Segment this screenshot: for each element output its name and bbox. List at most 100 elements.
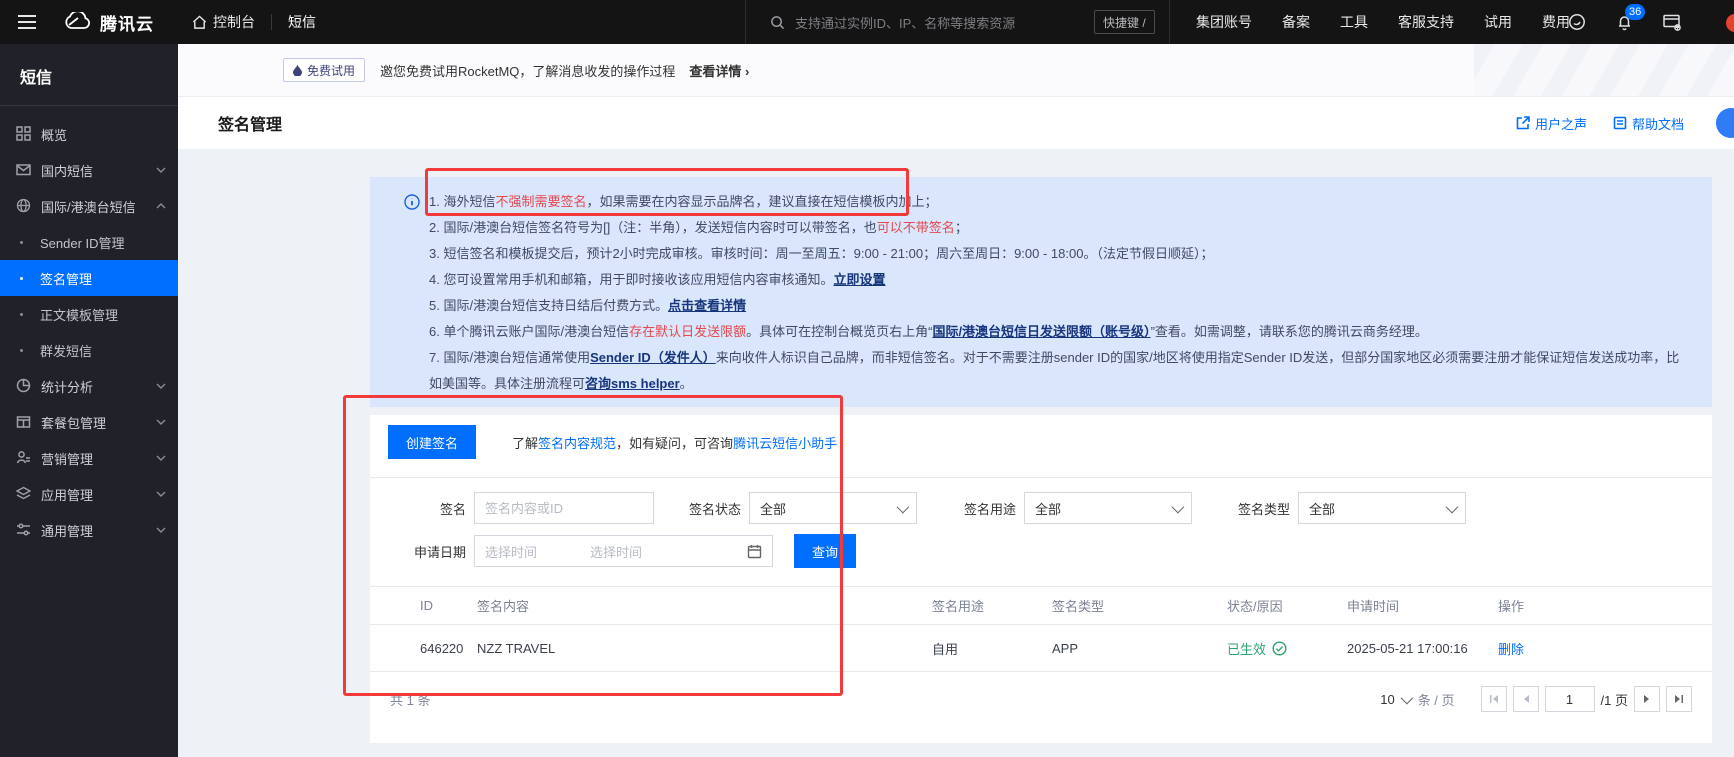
home-icon <box>192 15 207 30</box>
signature-table: ID签名内容签名用途签名类型状态/原因申请时间操作 646220NZZ TRAV… <box>370 586 1712 672</box>
sidebar-item-国内短信[interactable]: 国内短信 <box>0 152 178 188</box>
sidebar-item-应用管理[interactable]: 应用管理 <box>0 476 178 512</box>
floating-help-bubble[interactable] <box>1716 108 1734 138</box>
topnav-item[interactable]: 费用 <box>1542 12 1570 32</box>
avatar[interactable] <box>1726 14 1734 32</box>
hamburger-menu-icon[interactable] <box>0 14 54 30</box>
table-header: ID签名内容签名用途签名类型状态/原因申请时间操作 <box>370 587 1712 625</box>
shortcut-key-hint[interactable]: 快捷键 / <box>1094 10 1155 34</box>
sidebar-item-通用管理[interactable]: 通用管理 <box>0 512 178 548</box>
console-nav[interactable]: 控制台 <box>192 12 255 32</box>
status-select[interactable]: 全部 <box>749 492 917 524</box>
column-header: 状态/原因 <box>1227 596 1347 615</box>
total-count: 共 1 条 <box>390 690 430 709</box>
usage-select[interactable]: 全部 <box>1024 492 1192 524</box>
search-placeholder: 支持通过实例ID、IP、名称等搜索资源 <box>795 13 1015 32</box>
package-icon <box>16 414 32 430</box>
notification-count-badge: 36 <box>1625 4 1645 20</box>
info-icon <box>404 194 420 210</box>
cell-time: 2025-05-21 17:00:16 <box>1347 641 1498 656</box>
page-size-select[interactable]: 10 <box>1380 692 1409 707</box>
sidebar-item-统计分析[interactable]: 统计分析 <box>0 368 178 404</box>
notice-lines: 1. 海外短信不强制需要签名，如果需要在内容显示品牌名，建议直接在短信模板内加上… <box>420 189 1682 397</box>
query-button[interactable]: 查询 <box>794 534 856 568</box>
type-select[interactable]: 全部 <box>1298 492 1466 524</box>
console-settings-icon[interactable] <box>1663 14 1682 31</box>
topnav-item[interactable]: 客服支持 <box>1398 12 1454 32</box>
sidebar-item-群发短信[interactable]: 群发短信 <box>0 332 178 368</box>
next-page-button[interactable] <box>1634 686 1660 712</box>
delete-link[interactable]: 删除 <box>1498 639 1712 658</box>
banner-details-link[interactable]: 查看详情 › <box>689 61 749 80</box>
chevron-down-icon <box>156 455 166 461</box>
usage-label: 签名用途 <box>964 499 1016 518</box>
topnav-item[interactable]: 备案 <box>1282 12 1310 32</box>
mail-icon <box>16 162 32 178</box>
chevron-down-icon <box>1446 500 1459 513</box>
page-number-input[interactable] <box>1545 686 1595 712</box>
product-breadcrumb[interactable]: 短信 <box>288 12 316 32</box>
chevron-down-icon <box>156 383 166 389</box>
banner-text: 邀您免费试用RocketMQ，了解消息收发的操作过程 <box>380 61 675 80</box>
page-total-label: /1 页 <box>1601 690 1628 709</box>
layers-icon <box>16 486 32 502</box>
date-range-picker[interactable]: 选择时间 选择时间 <box>474 535 773 567</box>
sidebar-menu: 概览国内短信国际/港澳台短信Sender ID管理签名管理正文模板管理群发短信统… <box>0 116 178 548</box>
topnav-item[interactable]: 集团账号 <box>1196 12 1252 32</box>
first-page-button[interactable] <box>1481 686 1507 712</box>
chevron-down-icon <box>1400 691 1413 704</box>
toolbar-tip: 了解签名内容规范，如有疑问，可咨询腾讯云短信小助手 <box>512 433 837 452</box>
chevron-down-icon <box>156 491 166 497</box>
column-header: 申请时间 <box>1347 596 1498 615</box>
sign-content-input[interactable] <box>474 492 654 524</box>
sidebar-item-套餐包管理[interactable]: 套餐包管理 <box>0 404 178 440</box>
top-nav: 腾讯云 控制台 短信 支持通过实例ID、IP、名称等搜索资源 快捷键 / 集团账… <box>0 0 1734 44</box>
free-trial-badge[interactable]: 免费试用 <box>283 58 365 82</box>
column-header: 签名类型 <box>1052 596 1227 615</box>
tencent-cloud-logo[interactable]: 腾讯云 <box>62 10 154 35</box>
notice-line: 4. 您可设置常用手机和邮箱，用于即时接收该应用短信内容审核通知。立即设置 <box>429 267 1682 293</box>
column-header: 签名内容 <box>477 596 932 615</box>
nav-divider <box>271 14 272 30</box>
sidebar-item-签名管理[interactable]: 签名管理 <box>0 260 178 296</box>
support-icon[interactable] <box>1568 13 1586 31</box>
help-docs-link[interactable]: 帮助文档 <box>1613 114 1684 133</box>
promo-banner: 免费试用 邀您免费试用RocketMQ，了解消息收发的操作过程 查看详情 › <box>178 44 1734 97</box>
topnav-item[interactable]: 试用 <box>1484 12 1512 32</box>
per-page-label: 条 / 页 <box>1418 690 1455 709</box>
signature-card: 创建签名 了解签名内容规范，如有疑问，可咨询腾讯云短信小助手 签名 签名状态 全… <box>370 415 1712 743</box>
table-row: 646220NZZ TRAVEL自用APP已生效2025-05-21 17:00… <box>370 625 1712 672</box>
topnav-links: 集团账号 备案 工具 客服支持 试用 费用 <box>1180 0 1570 44</box>
sign-label: 签名 <box>390 499 466 518</box>
date-label: 申请日期 <box>390 542 466 561</box>
status-label: 签名状态 <box>689 499 741 518</box>
page-header: 签名管理 用户之声 帮助文档 <box>178 97 1734 149</box>
user-voice-link[interactable]: 用户之声 <box>1516 114 1587 133</box>
prev-page-button[interactable] <box>1513 686 1539 712</box>
last-page-button[interactable] <box>1666 686 1692 712</box>
chevron-down-icon <box>156 167 166 173</box>
chevron-down-icon <box>897 500 910 513</box>
sidebar-item-国际/港澳台短信[interactable]: 国际/港澳台短信 <box>0 188 178 224</box>
cell-content: NZZ TRAVEL <box>477 641 932 656</box>
chevron-up-icon <box>156 203 166 209</box>
create-signature-button[interactable]: 创建签名 <box>388 425 476 459</box>
notice-line: 3. 短信签名和模板提交后，预计2小时完成审核。审核时间：周一至周五：9:00 … <box>429 241 1682 267</box>
sidebar-item-概览[interactable]: 概览 <box>0 116 178 152</box>
notifications-bell-icon[interactable]: 36 <box>1616 13 1633 31</box>
chevron-down-icon <box>156 527 166 533</box>
decorative-stripes <box>1474 44 1734 97</box>
topnav-item[interactable]: 工具 <box>1340 12 1368 32</box>
brand-text: 腾讯云 <box>100 10 154 35</box>
sidebar-item-正文模板管理[interactable]: 正文模板管理 <box>0 296 178 332</box>
notice-line: 1. 海外短信不强制需要签名，如果需要在内容显示品牌名，建议直接在短信模板内加上… <box>429 189 1682 215</box>
search-icon <box>770 15 785 30</box>
sliders-icon <box>16 522 32 538</box>
page-title: 签名管理 <box>218 111 282 135</box>
type-label: 签名类型 <box>1238 499 1290 518</box>
cell-type: APP <box>1052 641 1227 656</box>
droplet-icon <box>293 64 302 76</box>
column-header: ID <box>420 598 477 613</box>
sidebar-item-Sender ID管理[interactable]: Sender ID管理 <box>0 224 178 260</box>
sidebar-item-营销管理[interactable]: 营销管理 <box>0 440 178 476</box>
